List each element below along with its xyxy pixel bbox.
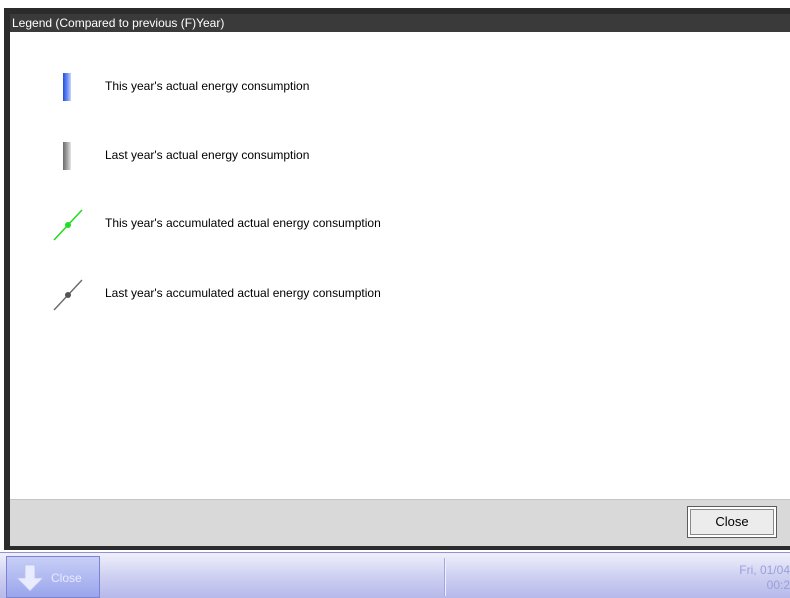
- green-line-marker-icon: [53, 209, 83, 241]
- legend-item-last-year-actual: Last year's actual energy consumption: [48, 141, 748, 171]
- clock-time: 00:2: [766, 578, 790, 592]
- gray-bar-icon: [63, 142, 71, 170]
- blue-bar-icon: [63, 73, 71, 101]
- legend-item-last-year-accumulated: Last year's accumulated actual energy co…: [48, 279, 748, 311]
- clock-date: Fri, 01/04: [739, 563, 790, 577]
- legend-label: Last year's actual energy consumption: [105, 148, 310, 162]
- clock: Fri, 01/04 00:2: [730, 563, 790, 593]
- taskbar-close-label: Close: [51, 571, 82, 585]
- down-arrow-icon: [16, 564, 44, 592]
- taskbar-divider: [444, 558, 445, 596]
- taskbar-close-button[interactable]: Close: [6, 556, 100, 598]
- legend-label: Last year's accumulated actual energy co…: [105, 286, 381, 300]
- legend-label: This year's accumulated actual energy co…: [105, 216, 381, 230]
- taskbar: [0, 552, 790, 598]
- dialog-footer: [10, 499, 790, 546]
- screen: Legend (Compared to previous (F)Year) Th…: [0, 0, 790, 598]
- legend-label: This year's actual energy consumption: [105, 79, 310, 93]
- dialog-title: Legend (Compared to previous (F)Year): [10, 14, 790, 32]
- gray-line-marker-icon: [53, 279, 83, 311]
- legend-item-this-year-actual: This year's actual energy consumption: [48, 72, 748, 102]
- close-button[interactable]: Close: [687, 506, 777, 538]
- legend-item-this-year-accumulated: This year's accumulated actual energy co…: [48, 209, 748, 241]
